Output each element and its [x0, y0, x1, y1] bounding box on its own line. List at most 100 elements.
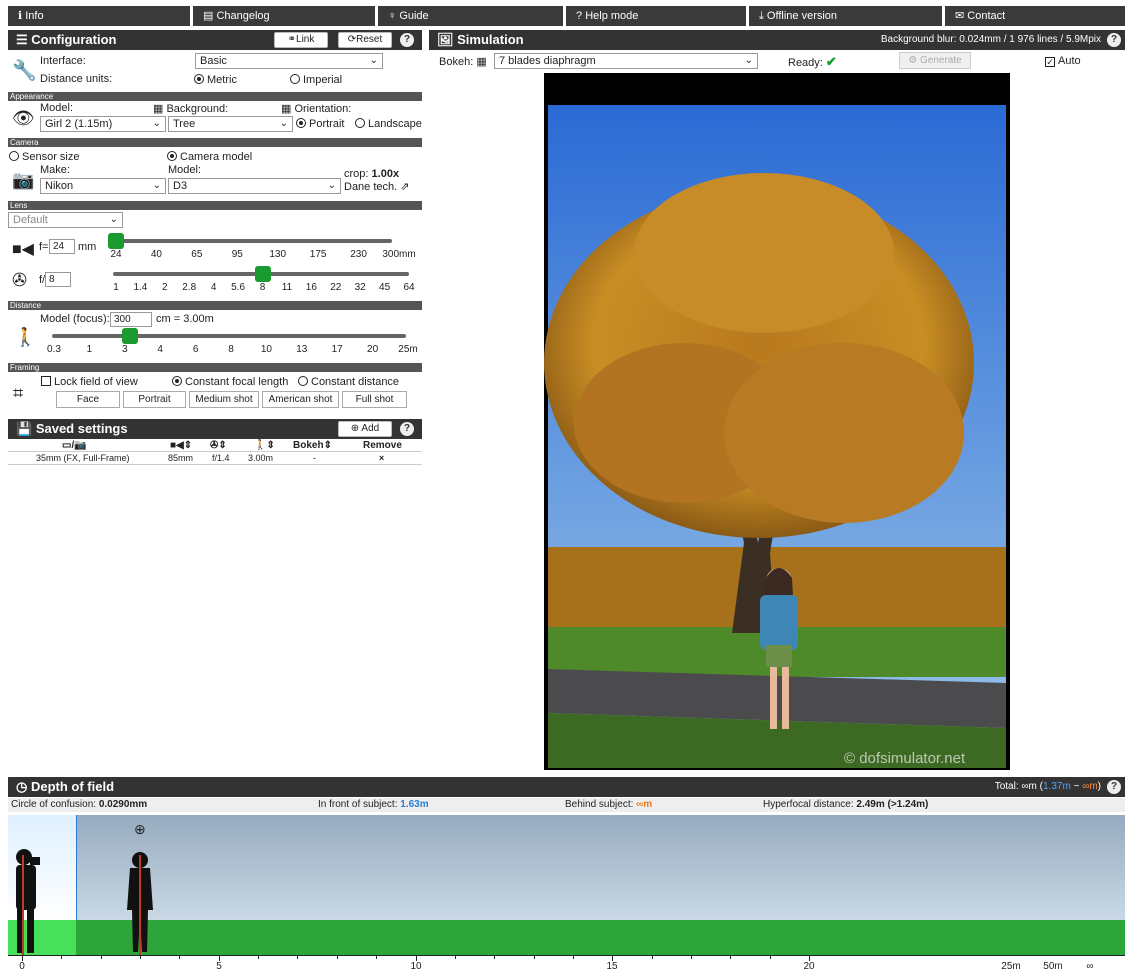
- external-link-icon: ⇗: [400, 181, 410, 193]
- background-select[interactable]: Tree ⌄: [168, 116, 293, 132]
- dof-total: Total: ∞m (1.37m ~ ∞m): [994, 781, 1101, 792]
- framing-medium-shot-button[interactable]: Medium shot: [189, 391, 259, 408]
- ruler-tick: [730, 955, 732, 959]
- camera-model-radio[interactable]: Camera model: [167, 151, 252, 163]
- depth-of-field-header: ◷ Depth of field Total: ∞m (1.37m ~ ∞m) …: [8, 777, 1125, 797]
- distance-tick: 17: [331, 344, 343, 355]
- focal-tick: 95: [231, 249, 243, 260]
- nav-info[interactable]: ℹ Info: [8, 6, 190, 26]
- sensor-size-radio[interactable]: Sensor size: [9, 151, 79, 163]
- ruler-tick: [179, 955, 181, 959]
- row-aperture: f/1.4: [212, 453, 230, 463]
- gears-icon: ⚙: [908, 55, 921, 66]
- chevron-down-icon: ⌄: [279, 118, 288, 129]
- distance-slider-thumb[interactable]: [121, 328, 138, 344]
- eye-icon: 👁: [12, 108, 35, 128]
- link-button[interactable]: ⚭Link: [274, 32, 328, 48]
- ruler-tick: [572, 955, 574, 959]
- bokeh-select[interactable]: 7 blades diaphragm ⌄: [494, 53, 758, 69]
- saved-help-icon[interactable]: ?: [400, 422, 414, 436]
- framing-face-button[interactable]: Face: [56, 391, 120, 408]
- focal-tick: 130: [269, 249, 287, 260]
- ruler-tick: [336, 955, 338, 959]
- checkbox-checked: ✓: [1045, 57, 1055, 67]
- constant-focal-radio[interactable]: Constant focal length: [172, 376, 288, 388]
- framing-full-shot-button[interactable]: Full shot: [342, 391, 407, 408]
- portrait-radio[interactable]: Portrait: [296, 118, 344, 130]
- saved-table-row[interactable]: 35mm (FX, Full-Frame) 85mm f/1.4 3.00m -…: [8, 453, 422, 465]
- lock-fov-checkbox[interactable]: Lock field of view: [41, 376, 138, 388]
- focal-tick: 40: [150, 249, 162, 260]
- nav-offline-version[interactable]: ⤓ Offline version: [749, 6, 942, 26]
- nav-changelog[interactable]: ▤ Changelog: [193, 6, 375, 26]
- aperture-input[interactable]: 8: [45, 272, 71, 287]
- focal-prefix: f=: [39, 241, 49, 253]
- radio-unselected: [9, 151, 19, 161]
- model-select[interactable]: Girl 2 (1.15m) ⌄: [40, 116, 166, 132]
- person-icon: 🚶: [14, 327, 37, 347]
- coc-info: Circle of confusion: 0.0290mm: [11, 799, 148, 810]
- row-distance: 3.00m: [248, 453, 274, 463]
- simulation-help-icon[interactable]: ?: [1107, 33, 1121, 47]
- aperture-icon: ✇: [12, 270, 28, 290]
- download-icon: ⤓: [759, 10, 767, 22]
- distance-tick: 25m: [398, 344, 418, 355]
- distance-section: Distance: [8, 301, 422, 310]
- dane-tech-link[interactable]: Dane tech. ⇗: [344, 180, 409, 193]
- hyperfocal-info: Hyperfocal distance: 2.49m (>1.24m): [763, 799, 929, 810]
- nav-contact[interactable]: ✉ Contact: [945, 6, 1125, 26]
- camera-model-label: Model:: [168, 164, 202, 176]
- camera-icon: 📷: [12, 170, 35, 190]
- distance-track[interactable]: [52, 334, 406, 338]
- constant-distance-radio[interactable]: Constant distance: [298, 376, 399, 388]
- generate-button[interactable]: ⚙ Generate: [899, 52, 971, 69]
- lens-preset-select[interactable]: Default ⌄: [8, 212, 123, 228]
- nav-help-mode[interactable]: ? Help mode: [566, 6, 746, 26]
- metric-radio[interactable]: Metric: [194, 74, 237, 86]
- dof-help-icon[interactable]: ?: [1107, 780, 1121, 794]
- bokeh-column-header[interactable]: Bokeh⇕: [293, 440, 332, 451]
- make-select[interactable]: Nikon ⌄: [40, 178, 166, 194]
- chevron-down-icon: ⌄: [369, 55, 378, 66]
- focal-length-input[interactable]: 24: [49, 239, 75, 254]
- add-setting-button[interactable]: ⊕ Add: [338, 421, 392, 437]
- mail-icon: ✉: [955, 10, 968, 22]
- framing-portrait-button[interactable]: Portrait: [123, 391, 186, 408]
- ruler-tick: [809, 955, 810, 961]
- ruler-tick: [612, 955, 614, 961]
- question-icon: ?: [576, 10, 586, 22]
- focal-unit: mm: [78, 241, 97, 253]
- config-help-icon[interactable]: ?: [400, 33, 414, 47]
- zoom-in-icon[interactable]: ⊕: [134, 821, 146, 838]
- framing-american-shot-button[interactable]: American shot: [262, 391, 339, 408]
- ruler-label: 15: [606, 961, 618, 972]
- auto-checkbox[interactable]: ✓ Auto: [1045, 55, 1081, 67]
- interface-select[interactable]: Basic ⌄: [195, 53, 383, 69]
- ruler-tick: [100, 955, 102, 959]
- remove-row-button[interactable]: ×: [379, 453, 384, 463]
- wrench-icon: 🔧: [12, 60, 37, 82]
- aperture-slider-thumb[interactable]: [254, 266, 271, 282]
- bulb-icon: ♀: [388, 10, 400, 22]
- camera-model-select[interactable]: D3 ⌄: [168, 178, 341, 194]
- distance-tick: 8: [228, 344, 234, 355]
- focus-distance-input[interactable]: 300: [110, 312, 152, 327]
- chevron-down-icon: ⌄: [152, 180, 161, 191]
- nav-guide[interactable]: ♀ Guide: [378, 6, 563, 26]
- landscape-radio[interactable]: Landscape: [355, 118, 422, 130]
- checkbox-unchecked: [41, 376, 51, 386]
- reset-button[interactable]: ⟳Reset: [338, 32, 392, 48]
- imperial-radio[interactable]: Imperial: [290, 74, 342, 86]
- aperture-tick: 4: [210, 282, 217, 293]
- model-label: Model:: [40, 102, 74, 114]
- focal-length-track[interactable]: [113, 239, 392, 243]
- background-blur-info: Background blur: 0.024mm / 1 976 lines /…: [880, 34, 1101, 45]
- radio-selected: [167, 151, 177, 161]
- ruler-label: ∞: [1086, 961, 1094, 972]
- remove-column-header: Remove: [363, 440, 402, 451]
- ruler-label: 50m: [1043, 961, 1063, 972]
- camera-section: Camera: [8, 138, 422, 147]
- distance-tick: 4: [157, 344, 163, 355]
- ruler-label: 0: [19, 961, 25, 972]
- focal-length-slider-thumb[interactable]: [108, 233, 124, 249]
